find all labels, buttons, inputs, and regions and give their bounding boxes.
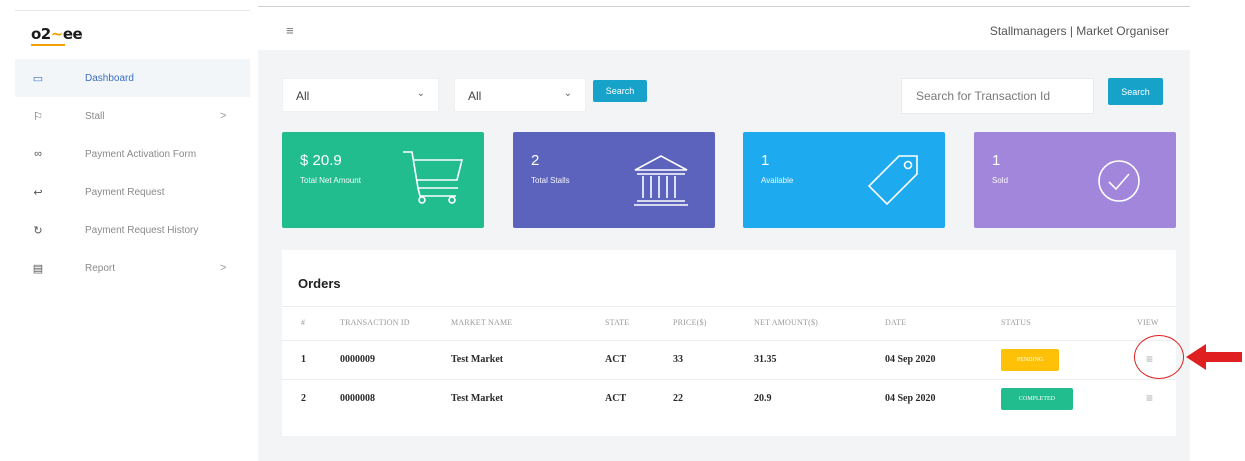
sidebar-nav: ▭ Dashboard ⚐ Stall > ∞ Payment Activati… xyxy=(15,59,250,287)
column-header: STATE xyxy=(605,318,630,327)
stat-label: Available xyxy=(761,176,794,185)
market-name: Test Market xyxy=(451,354,504,365)
row-number: 1 xyxy=(301,354,306,365)
filter-select-1-value: All xyxy=(296,89,310,103)
column-header: TRANSACTION ID xyxy=(340,318,410,327)
column-header: DATE xyxy=(885,318,907,327)
bank-icon xyxy=(634,155,688,206)
sidebar-item-label: Payment Activation Form xyxy=(85,148,197,160)
stat-card-available[interactable]: 1 Available xyxy=(743,132,945,228)
sidebar: o2~ee ▭ Dashboard ⚐ Stall > ∞ Payment Ac… xyxy=(15,10,250,461)
sidebar-item-payment-request-history[interactable]: ↻ Payment Request History xyxy=(15,211,250,249)
stat-card-total-net-amount[interactable]: $ 20.9 Total Net Amount xyxy=(282,132,484,228)
column-header: STATUS xyxy=(1001,318,1031,327)
orders-title: Orders xyxy=(298,276,341,291)
filter-search-button[interactable]: Search xyxy=(593,80,647,102)
sidebar-item-payment-request[interactable]: ↩ Payment Request xyxy=(15,173,250,211)
sidebar-item-stall[interactable]: ⚐ Stall > xyxy=(15,97,250,135)
column-header: MARKET NAME xyxy=(451,318,513,327)
column-header: VIEW xyxy=(1137,318,1159,327)
sidebar-item-label: Stall xyxy=(85,110,105,122)
market-name: Test Market xyxy=(451,393,504,404)
status-badge: PENDING xyxy=(1001,349,1059,371)
status-badge: COMPLETED xyxy=(1001,388,1073,410)
screenshot-frame: o2~ee ▭ Dashboard ⚐ Stall > ∞ Payment Ac… xyxy=(0,0,1245,461)
sidebar-item-label: Payment Request History xyxy=(85,224,199,236)
sidebar-item-payment-activation-form[interactable]: ∞ Payment Activation Form xyxy=(15,135,250,173)
logo-text-o2: o2 xyxy=(31,25,51,43)
filter-select-2-value: All xyxy=(468,89,482,103)
stat-value: 1 xyxy=(761,152,770,169)
chevron-right-icon: > xyxy=(220,110,227,122)
transaction-search xyxy=(901,78,1094,114)
link-icon: ∞ xyxy=(34,148,42,160)
price: 22 xyxy=(673,393,683,404)
column-header: # xyxy=(301,318,306,327)
table-row[interactable]: 2 0000008 Test Market ACT 22 20.9 04 Sep… xyxy=(282,379,1176,417)
annotation-arrow-icon xyxy=(1186,344,1242,370)
stat-value: 1 xyxy=(992,152,1001,169)
state: ACT xyxy=(605,354,627,365)
user-role-label[interactable]: Stallmanagers | Market Organiser xyxy=(990,24,1169,38)
hamburger-menu-icon[interactable]: ≡ xyxy=(286,23,294,38)
sidebar-item-label: Report xyxy=(85,262,116,274)
filter-select-1[interactable]: All ⌄ xyxy=(282,78,439,112)
column-header: NET AMOUNT($) xyxy=(754,318,819,327)
date: 04 Sep 2020 xyxy=(885,354,936,365)
column-header: PRICE($) xyxy=(673,318,707,327)
reply-icon: ↩ xyxy=(33,186,43,199)
chevron-down-icon: ⌄ xyxy=(563,88,572,99)
state: ACT xyxy=(605,393,627,404)
sidebar-item-label: Dashboard xyxy=(85,72,134,84)
transaction-id: 0000008 xyxy=(340,393,375,404)
stat-label: Total Stalls xyxy=(531,176,570,185)
history-icon: ↻ xyxy=(33,224,43,237)
list-view-icon[interactable]: ≡ xyxy=(1146,391,1153,405)
price-tag-icon xyxy=(867,155,918,206)
stat-value: 2 xyxy=(531,152,540,169)
cart-icon xyxy=(403,151,464,204)
stat-label: Sold xyxy=(992,176,1009,185)
chevron-right-icon: > xyxy=(220,262,227,274)
top-bar: ≡ Stallmanagers | Market Organiser xyxy=(258,6,1190,50)
orders-divider xyxy=(282,306,1176,307)
main-content: All ⌄ All ⌄ Search Search $ 20.9 Total N… xyxy=(258,50,1190,461)
stat-value: $ 20.9 xyxy=(300,152,342,169)
brand-logo[interactable]: o2~ee xyxy=(31,25,83,46)
logo-text-ee: ee xyxy=(62,25,83,43)
document-icon: ▤ xyxy=(32,262,44,275)
laptop-icon: ▭ xyxy=(32,72,44,85)
stat-card-sold[interactable]: 1 Sold xyxy=(974,132,1176,228)
transaction-id: 0000009 xyxy=(340,354,375,365)
net-amount: 31.35 xyxy=(754,354,777,365)
transaction-search-input[interactable] xyxy=(902,79,1093,113)
chevron-down-icon: ⌄ xyxy=(416,88,425,99)
transaction-search-button[interactable]: Search xyxy=(1108,78,1163,105)
check-circle-icon xyxy=(1098,160,1140,202)
date: 04 Sep 2020 xyxy=(885,393,936,404)
logo-mark: ~ xyxy=(50,25,64,43)
stat-card-total-stalls[interactable]: 2 Total Stalls xyxy=(513,132,715,228)
filter-select-2[interactable]: All ⌄ xyxy=(454,78,586,112)
orders-panel: Orders # TRANSACTION ID MARKET NAME STAT… xyxy=(282,250,1176,436)
annotation-circle xyxy=(1134,335,1184,379)
sidebar-item-label: Payment Request xyxy=(85,186,165,198)
table-row[interactable]: 1 0000009 Test Market ACT 33 31.35 04 Se… xyxy=(282,340,1176,378)
sidebar-item-dashboard[interactable]: ▭ Dashboard xyxy=(15,59,250,97)
price: 33 xyxy=(673,354,683,365)
net-amount: 20.9 xyxy=(754,393,772,404)
row-number: 2 xyxy=(301,393,306,404)
stat-label: Total Net Amount xyxy=(300,176,361,185)
sidebar-item-report[interactable]: ▤ Report > xyxy=(15,249,250,287)
tag-icon: ⚐ xyxy=(33,110,43,123)
